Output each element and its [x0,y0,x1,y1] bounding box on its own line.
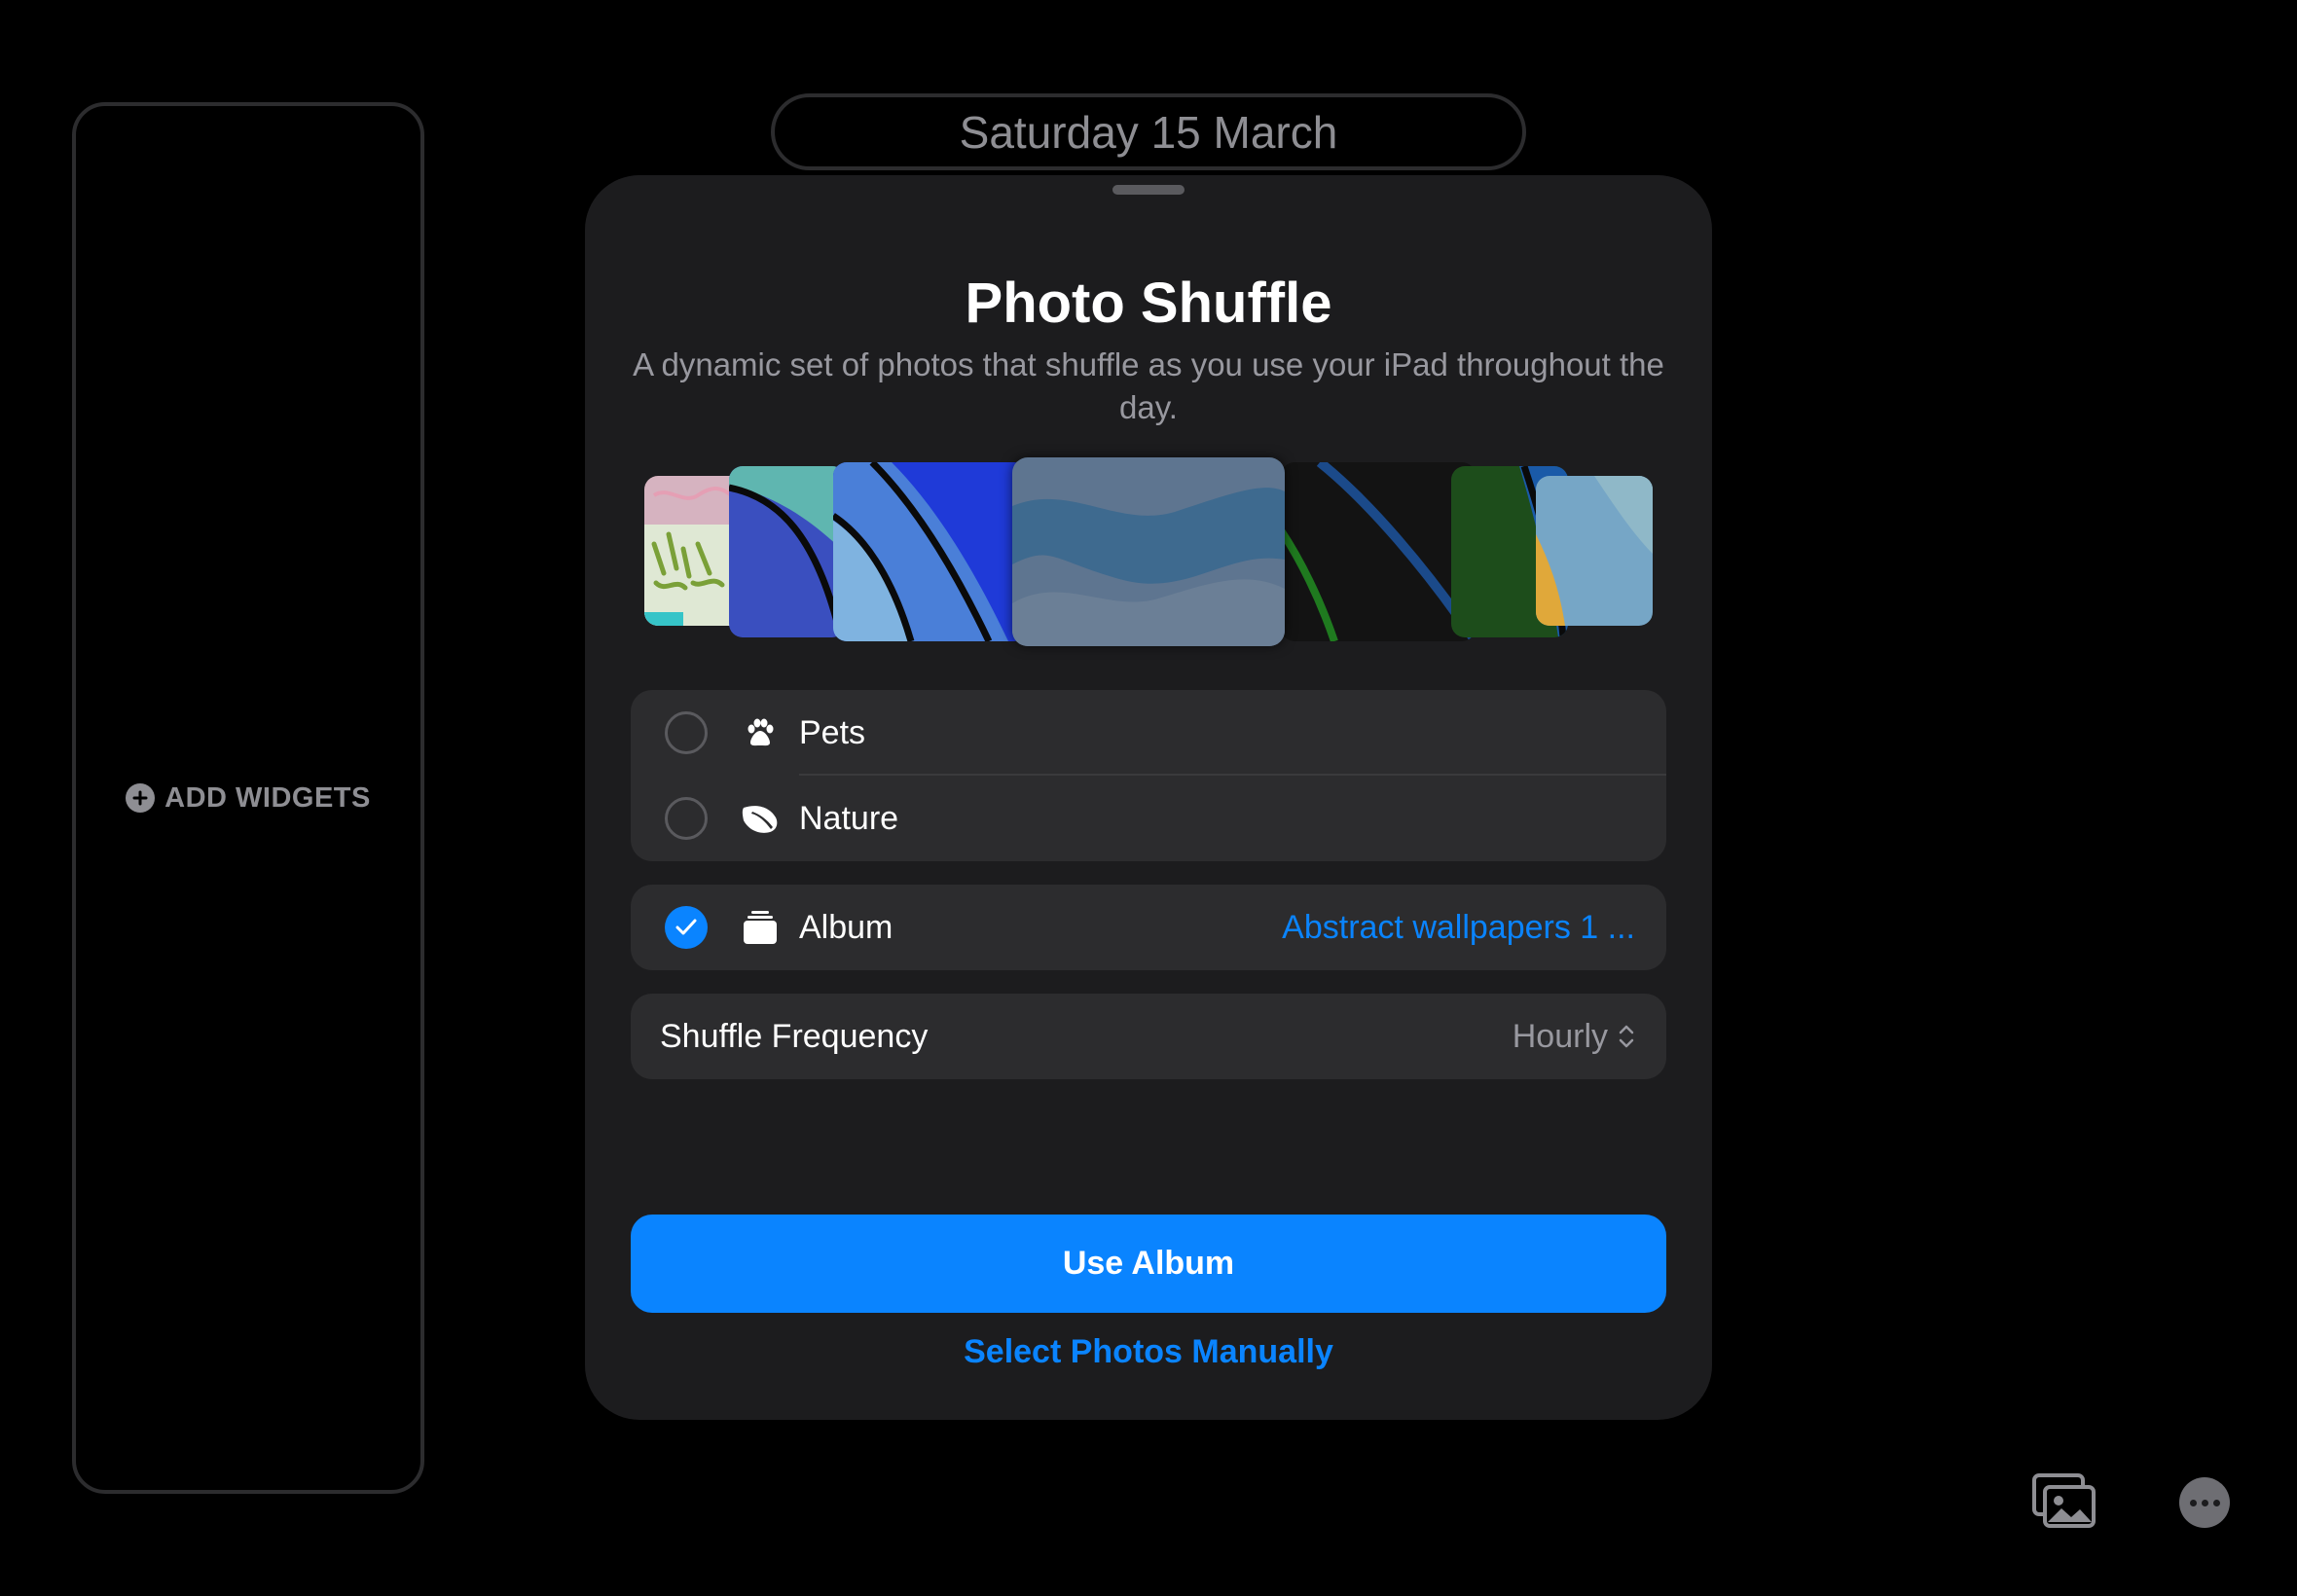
dot [2201,1499,2208,1506]
add-widgets-label: ADD WIDGETS [164,781,371,814]
sheet-grabber[interactable] [1112,185,1185,195]
widget-column[interactable]: ADD WIDGETS [72,102,424,1494]
select-photos-manually-button[interactable]: Select Photos Manually [585,1322,1712,1382]
album-stack-icon [742,909,779,946]
dot [2189,1499,2197,1506]
sheet-subtitle: A dynamic set of photos that shuffle as … [633,346,1664,425]
shuffle-frequency-value: Hourly [1512,1017,1608,1055]
pets-label: Pets [799,713,866,751]
photo-thumbnail [1536,476,1653,626]
nature-label: Nature [799,799,899,837]
add-widgets-button[interactable]: ADD WIDGETS [126,782,371,815]
category-group: Pets Nature [631,690,1666,861]
dot [2212,1499,2220,1506]
option-pets[interactable]: Pets [631,690,1666,776]
shuffle-frequency-label: Shuffle Frequency [660,1017,929,1055]
shuffle-frequency-picker[interactable]: Hourly [1513,1018,1635,1056]
photo-thumbnail [1281,462,1476,641]
album-checkmark-icon[interactable] [665,906,708,949]
sheet-title: Photo Shuffle [965,272,1332,335]
paw-icon [742,714,779,751]
plus-circle-icon [126,783,156,813]
date-widget[interactable]: Saturday 15 March [771,93,1526,170]
photo-thumbnail [833,462,1028,641]
photo-thumbnail [729,466,846,637]
album-picker[interactable]: Abstract wallpapers 1 ... [1282,909,1635,947]
nature-radio[interactable] [665,797,708,840]
option-album[interactable]: Album Abstract wallpapers 1 ... [631,885,1666,970]
photos-icon[interactable] [2032,1473,2096,1530]
option-nature[interactable]: Nature [631,776,1666,861]
frequency-group: Shuffle Frequency Hourly [631,994,1666,1079]
album-label: Album [799,908,893,946]
chevron-up-down-icon [1619,1025,1634,1048]
use-album-button[interactable]: Use Album [631,1215,1666,1313]
album-group: Album Abstract wallpapers 1 ... [631,885,1666,970]
photo-thumbnail-selected [1012,457,1285,646]
pets-radio[interactable] [665,711,708,754]
more-options-button[interactable] [2179,1477,2230,1528]
lock-screen-editor: ADD WIDGETS Saturday 15 March Photo Shuf… [0,0,2297,1596]
shuffle-frequency-row[interactable]: Shuffle Frequency Hourly [631,994,1666,1079]
photo-shuffle-sheet: Photo Shuffle A dynamic set of photos th… [585,175,1712,1420]
leaf-icon [742,800,779,837]
